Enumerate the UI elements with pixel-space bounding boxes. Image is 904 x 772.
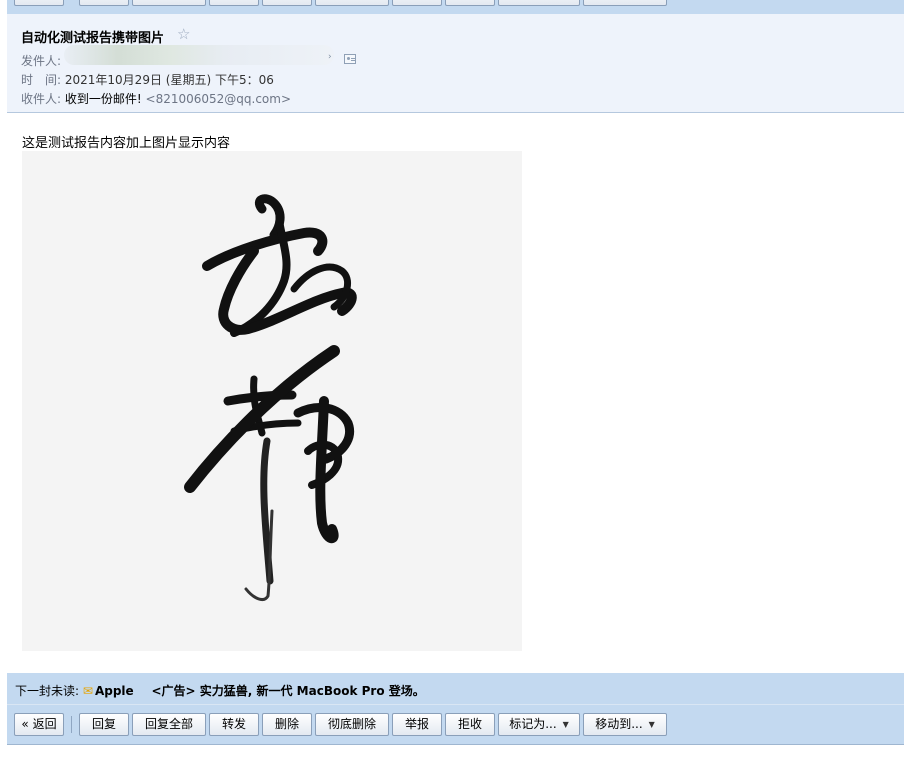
- reject-button[interactable]: 拒收: [445, 713, 495, 736]
- to-name[interactable]: 收到一份邮件!: [65, 92, 142, 106]
- star-icon[interactable]: ☆: [177, 25, 190, 43]
- next-unread-subject[interactable]: <广告> 实力猛兽, 新一代 MacBook Pro 登场。: [151, 684, 424, 698]
- mail-subject: 自动化测试报告携带图片: [21, 31, 165, 46]
- from-row: 发件人:: [21, 52, 61, 69]
- time-label: 时 间:: [21, 73, 62, 87]
- move-to-label: 移动到...: [595, 717, 643, 731]
- forward-button[interactable]: 转发: [209, 0, 259, 6]
- time-row: 时 间: 2021年10月29日 (星期五) 下午5：06: [21, 71, 274, 88]
- from-label: 发件人:: [21, 54, 62, 68]
- chevron-down-icon[interactable]: ›: [328, 52, 332, 62]
- time-value: 2021年10月29日 (星期五) 下午5：06: [64, 73, 274, 87]
- reply-button[interactable]: 回复: [79, 0, 129, 6]
- envelope-icon: ✉: [82, 684, 93, 698]
- bottom-bar: 下一封未读: ✉ Apple <广告> 实力猛兽, 新一代 MacBook Pro…: [7, 673, 904, 745]
- delete-button[interactable]: 删除: [262, 0, 312, 6]
- next-unread-row: 下一封未读: ✉ Apple <广告> 实力猛兽, 新一代 MacBook Pro…: [15, 682, 425, 699]
- next-unread-sender[interactable]: Apple: [95, 684, 134, 698]
- report-button[interactable]: 举报: [392, 0, 442, 6]
- reject-button[interactable]: 拒收: [445, 0, 495, 6]
- delete-permanently-button[interactable]: 彻底删除: [315, 713, 389, 736]
- delete-permanently-button[interactable]: 彻底删除: [315, 0, 389, 6]
- mark-as-label: 标记为...: [509, 717, 557, 731]
- reply-all-button[interactable]: 回复全部: [132, 713, 206, 736]
- mail-body-text: 这是测试报告内容加上图片显示内容: [22, 136, 231, 151]
- to-row: 收件人: 收到一份邮件! <821006052@qq.com>: [21, 90, 291, 107]
- mark-as-button[interactable]: 标记为...: [498, 0, 580, 6]
- calligraphy-drawing: [184, 194, 357, 601]
- reply-button[interactable]: 回复: [79, 713, 129, 736]
- move-to-button[interactable]: 移动到...: [583, 0, 667, 6]
- top-toolbar: « 返回 回复 回复全部 转发 删除 彻底删除 举报 拒收 标记为... 移动到…: [7, 0, 904, 14]
- contact-card-icon[interactable]: [344, 54, 356, 64]
- to-label: 收件人:: [21, 92, 62, 106]
- forward-button[interactable]: 转发: [209, 713, 259, 736]
- chevron-down-icon: ▼: [648, 720, 655, 729]
- move-to-button[interactable]: 移动到... ▼: [583, 713, 667, 736]
- toolbar-separator: [71, 716, 72, 733]
- report-button[interactable]: 举报: [392, 713, 442, 736]
- calligraphy-image: [22, 151, 522, 651]
- next-unread-label: 下一封未读:: [15, 684, 80, 698]
- mail-header: 自动化测试报告携带图片 ☆ 发件人: › 时 间: 2021年10月29日 (星…: [7, 14, 904, 113]
- mark-as-button[interactable]: 标记为... ▼: [498, 713, 580, 736]
- chevron-down-icon: ▼: [562, 720, 569, 729]
- back-button[interactable]: « 返回: [14, 713, 64, 736]
- back-button[interactable]: « 返回: [14, 0, 64, 6]
- sender-blurred[interactable]: [64, 45, 334, 65]
- divider: [7, 704, 904, 705]
- delete-button[interactable]: 删除: [262, 713, 312, 736]
- reply-all-button[interactable]: 回复全部: [132, 0, 206, 6]
- to-email: <821006052@qq.com>: [145, 92, 292, 106]
